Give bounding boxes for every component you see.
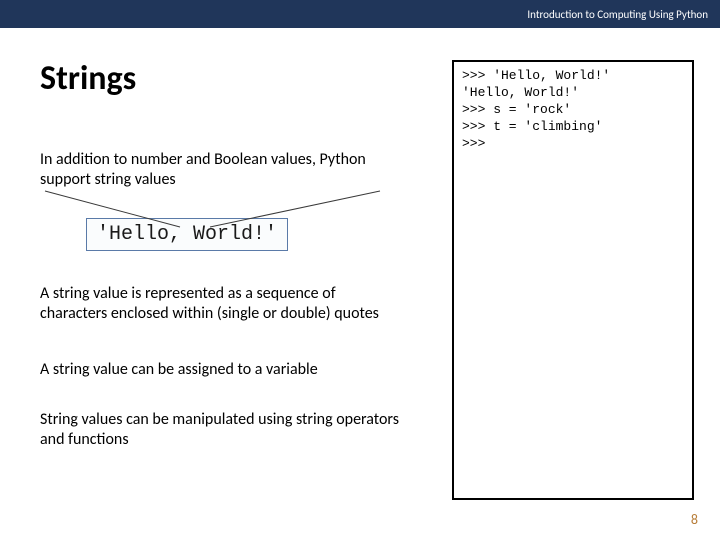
python-shell-output: >>> 'Hello, World!' 'Hello, World!' >>> … bbox=[452, 60, 694, 500]
header-bar: Introduction to Computing Using Python bbox=[0, 0, 720, 28]
slide-content: Strings In addition to number and Boolea… bbox=[0, 28, 720, 540]
header-title: Introduction to Computing Using Python bbox=[527, 8, 708, 21]
paragraph-operators: String values can be manipulated using s… bbox=[40, 410, 400, 450]
paragraph-variable: A string value can be assigned to a vari… bbox=[40, 360, 430, 380]
page-number: 8 bbox=[691, 511, 698, 528]
slide-title: Strings bbox=[40, 58, 136, 99]
paragraph-quotes: A string value is represented as a seque… bbox=[40, 284, 400, 324]
code-example-box: 'Hello, World!' bbox=[86, 218, 288, 251]
paragraph-intro: In addition to number and Boolean values… bbox=[40, 150, 420, 190]
